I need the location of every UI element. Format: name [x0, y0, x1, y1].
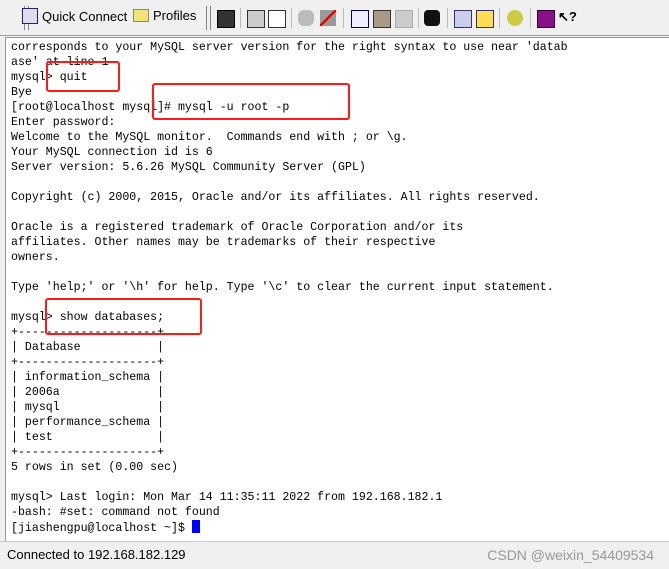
terminal-line: | 2006a | — [11, 386, 165, 399]
terminal-line: +--------------------+ — [11, 446, 165, 459]
print-icon[interactable] — [247, 10, 265, 28]
profiles-folder-icon — [133, 9, 149, 22]
quick-connect-label: Quick Connect — [42, 8, 128, 24]
paste-disabled-icon[interactable] — [395, 10, 413, 28]
global-options-icon[interactable] — [476, 10, 494, 28]
quick-connect-icon — [22, 8, 38, 24]
terminal-line: 5 rows in set (0.00 sec) — [11, 461, 178, 474]
terminal-line: -bash: #set: command not found — [11, 506, 220, 519]
cursor — [191, 520, 200, 533]
help-book-icon[interactable] — [537, 10, 555, 28]
terminal-line: Welcome to the MySQL monitor. Commands e… — [11, 131, 408, 144]
terminal-line: corresponds to your MySQL server version… — [11, 41, 568, 54]
terminal-line: Type 'help;' or '\h' for help. Type '\c'… — [11, 281, 554, 294]
disconnect-icon[interactable] — [298, 10, 314, 26]
session-options-icon[interactable] — [454, 10, 472, 28]
toolbar: Quick Connect Profiles ↖? — [0, 0, 669, 36]
profiles-button[interactable]: Profiles — [133, 8, 196, 23]
terminal-line: mysql> Last login: Mon Mar 14 11:35:11 2… — [11, 491, 443, 504]
terminal-line: | test | — [11, 431, 165, 444]
copy-icon[interactable] — [351, 10, 369, 28]
terminal-line: affiliates. Other names may be trademark… — [11, 236, 436, 249]
keymap-icon[interactable] — [507, 10, 523, 26]
terminal-line: | information_schema | — [11, 371, 165, 384]
highlight-login-command — [152, 83, 350, 120]
terminal-line: Server version: 5.6.26 MySQL Community S… — [11, 161, 366, 174]
reconnect-icon[interactable] — [320, 10, 336, 26]
highlight-show-databases — [45, 298, 202, 335]
status-bar: Connected to 192.168.182.129 CSDN @weixi… — [0, 541, 669, 568]
terminal-line: [jiashengpu@localhost ~]$ — [11, 520, 568, 536]
context-help-icon[interactable]: ↖? — [558, 9, 577, 25]
terminal-line: | performance_schema | — [11, 416, 165, 429]
watermark: CSDN @weixin_54409534 — [487, 547, 654, 563]
connection-status: Connected to 192.168.182.129 — [7, 547, 186, 562]
terminal-line: | Database | — [11, 341, 165, 354]
terminal-line: +--------------------+ — [11, 356, 165, 369]
quick-connect-button[interactable]: Quick Connect — [22, 8, 127, 24]
toolbar-grip[interactable] — [206, 6, 211, 30]
find-icon[interactable] — [424, 10, 440, 26]
terminal-line: | mysql | — [11, 401, 165, 414]
highlight-quit — [46, 61, 120, 92]
terminal-line: Oracle is a registered trademark of Orac… — [11, 221, 464, 234]
profiles-label: Profiles — [153, 8, 197, 23]
terminal-line: Copyright (c) 2000, 2015, Oracle and/or … — [11, 191, 540, 204]
save-icon[interactable] — [217, 10, 235, 28]
paste-icon[interactable] — [373, 10, 391, 28]
terminal-line: owners. — [11, 251, 60, 264]
print-preview-icon[interactable] — [268, 10, 286, 28]
terminal-line: Your MySQL connection id is 6 — [11, 146, 213, 159]
